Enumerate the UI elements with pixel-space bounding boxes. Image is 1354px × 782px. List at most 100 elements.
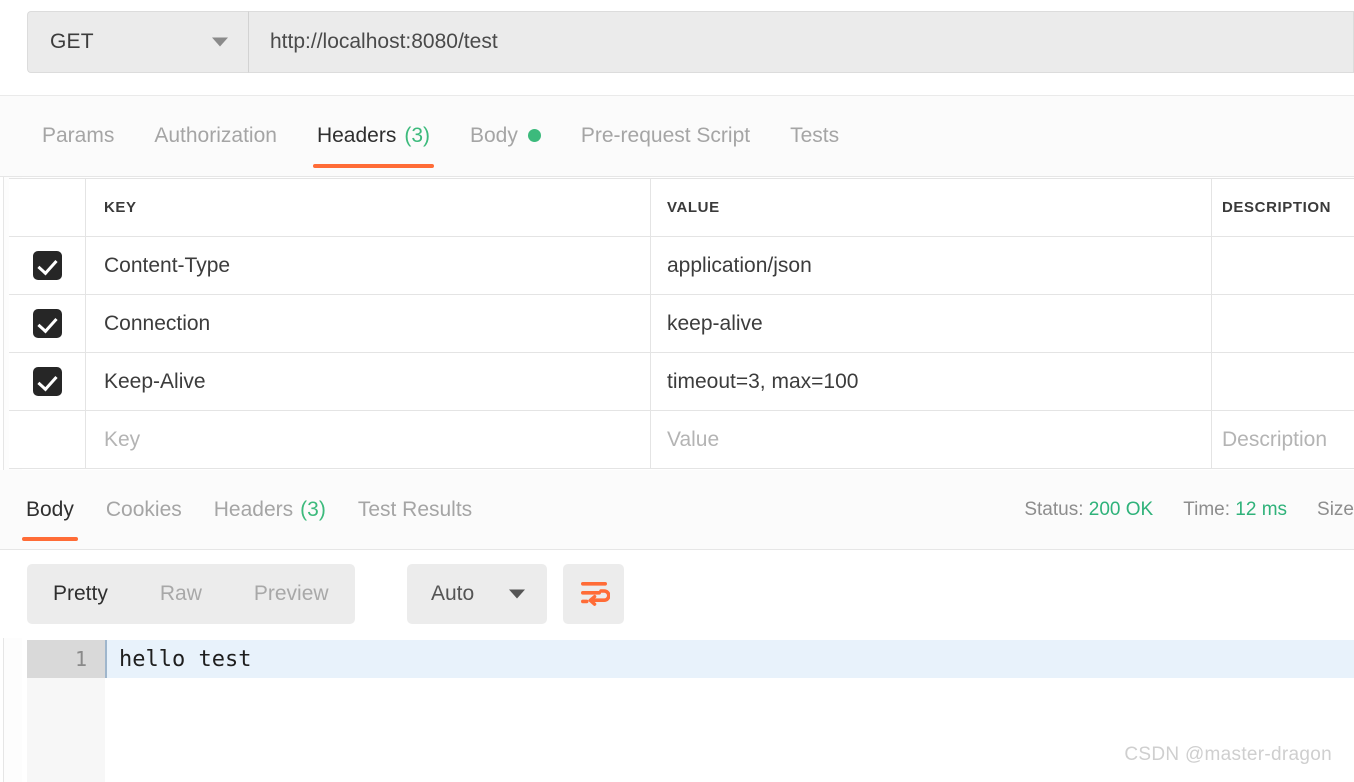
line-number: 1: [27, 640, 105, 678]
header-cell-value: VALUE: [651, 179, 1212, 236]
request-tab-bar: Params Authorization Headers (3) Body Pr…: [0, 96, 1354, 177]
response-tab-body[interactable]: Body: [10, 470, 90, 550]
editor-canvas[interactable]: [105, 678, 1354, 782]
code-line-active[interactable]: 1 hello test: [27, 640, 1354, 678]
row-checkbox-cell[interactable]: [9, 237, 86, 294]
size-badge: Size: [1317, 499, 1354, 521]
tab-pre-request-script-label: Pre-request Script: [580, 123, 751, 147]
row-checkbox-cell[interactable]: [9, 353, 86, 410]
header-cell-description: DESCRIPTION: [1222, 199, 1332, 216]
table-row[interactable]: Content-Type application/json: [9, 237, 1354, 295]
new-key-placeholder: Key: [104, 427, 141, 451]
response-body-toolbar: Pretty Raw Preview Auto: [0, 550, 1354, 638]
time-label: Time:: [1183, 499, 1230, 520]
row-key-value: Keep-Alive: [104, 369, 206, 393]
status-label: Status:: [1024, 499, 1084, 520]
tab-body[interactable]: Body: [450, 95, 561, 176]
tab-params-label: Params: [42, 123, 115, 147]
checkbox-checked-icon[interactable]: [32, 367, 62, 396]
editor-gutter: [27, 678, 105, 782]
row-value-cell[interactable]: timeout=3, max=100: [651, 353, 1212, 410]
table-row[interactable]: Keep-Alive timeout=3, max=100: [9, 353, 1354, 411]
response-tab-bar: Body Cookies Headers (3) Test Results St…: [0, 470, 1354, 550]
http-method-label: GET: [50, 30, 94, 53]
request-tabs: Params Authorization Headers (3) Body Pr…: [22, 95, 859, 176]
active-response-tab-underline: [22, 537, 78, 541]
row-description-cell[interactable]: [1212, 353, 1354, 410]
tab-authorization[interactable]: Authorization: [134, 95, 297, 176]
header-cell-checkbox: [9, 179, 86, 236]
view-mode-preview[interactable]: Preview: [228, 582, 355, 606]
view-mode-raw[interactable]: Raw: [134, 582, 228, 606]
response-meta: Status: 200 OK Time: 12 ms Size: [994, 470, 1354, 550]
row-key-cell[interactable]: Content-Type: [86, 237, 651, 294]
tab-body-label: Body: [470, 123, 518, 147]
word-wrap-button[interactable]: [563, 564, 624, 624]
new-value-placeholder: Value: [667, 427, 720, 451]
tab-params[interactable]: Params: [22, 95, 134, 176]
tab-authorization-label: Authorization: [154, 123, 277, 147]
http-method-select[interactable]: GET: [27, 11, 248, 73]
row-description-cell[interactable]: [1212, 295, 1354, 352]
row-key-value: Content-Type: [104, 253, 231, 277]
table-row-empty[interactable]: Key Value Description: [9, 411, 1354, 469]
row-key-value: Connection: [104, 311, 211, 335]
row-value-value: application/json: [667, 253, 812, 277]
response-tab-test-results[interactable]: Test Results: [342, 470, 488, 550]
format-select-value: Auto: [431, 582, 475, 605]
tab-pre-request-script[interactable]: Pre-request Script: [561, 95, 770, 176]
postman-window: GET http://localhost:8080/test Params Au…: [0, 0, 1354, 782]
response-tab-test-results-label: Test Results: [357, 498, 473, 521]
row-description-cell[interactable]: [1212, 237, 1354, 294]
view-mode-group: Pretty Raw Preview: [27, 564, 355, 624]
status-value: 200 OK: [1088, 499, 1154, 520]
tab-headers-count: (3): [404, 123, 430, 147]
new-key-input[interactable]: Key: [86, 411, 651, 468]
time-value: 12 ms: [1235, 499, 1288, 520]
editor-empty-area[interactable]: [27, 678, 1354, 782]
row-value-cell[interactable]: application/json: [651, 237, 1212, 294]
response-tab-body-label: Body: [26, 498, 74, 521]
tab-tests-label: Tests: [790, 123, 840, 147]
new-value-input[interactable]: Value: [651, 411, 1212, 468]
word-wrap-icon: [580, 582, 610, 606]
response-tab-headers[interactable]: Headers (3): [198, 470, 342, 550]
response-tab-cookies[interactable]: Cookies: [90, 470, 198, 550]
checkbox-checked-icon[interactable]: [32, 251, 62, 280]
row-value-value: keep-alive: [667, 311, 763, 335]
new-description-input[interactable]: Description: [1212, 411, 1354, 468]
status-badge: Status: 200 OK: [1024, 499, 1153, 521]
chevron-down-icon: [509, 589, 525, 599]
row-value-value: timeout=3, max=100: [667, 369, 859, 393]
request-url-bar: GET http://localhost:8080/test: [0, 0, 1354, 96]
table-header-row: KEY VALUE DESCRIPTION: [9, 179, 1354, 237]
row-key-cell[interactable]: Connection: [86, 295, 651, 352]
tab-tests[interactable]: Tests: [770, 95, 859, 176]
response-tab-headers-count: (3): [300, 498, 326, 521]
table-row[interactable]: Connection keep-alive: [9, 295, 1354, 353]
row-checkbox-cell-empty[interactable]: [9, 411, 86, 468]
view-mode-pretty[interactable]: Pretty: [27, 582, 134, 606]
header-cell-key: KEY: [86, 179, 651, 236]
response-tabs: Body Cookies Headers (3) Test Results: [10, 470, 488, 550]
row-checkbox-cell[interactable]: [9, 295, 86, 352]
url-input[interactable]: http://localhost:8080/test: [248, 11, 1354, 73]
tab-headers[interactable]: Headers (3): [297, 95, 450, 176]
url-input-value: http://localhost:8080/test: [270, 30, 498, 53]
checkbox-checked-icon[interactable]: [32, 309, 62, 338]
format-select[interactable]: Auto: [407, 564, 547, 624]
body-present-dot-icon: [527, 129, 541, 142]
watermark: CSDN @master-dragon: [1124, 744, 1332, 765]
code-line-text: hello test: [105, 640, 1354, 678]
chevron-down-icon: [212, 37, 228, 47]
time-badge: Time: 12 ms: [1183, 499, 1287, 521]
size-label: Size: [1317, 499, 1354, 520]
tab-headers-label: Headers: [316, 123, 397, 147]
new-description-placeholder: Description: [1222, 427, 1328, 451]
row-key-cell[interactable]: Keep-Alive: [86, 353, 651, 410]
active-tab-underline: [312, 164, 434, 168]
headers-table: KEY VALUE DESCRIPTION Content-Type appli…: [9, 178, 1354, 469]
response-tab-headers-label: Headers: [213, 498, 294, 521]
row-value-cell[interactable]: keep-alive: [651, 295, 1212, 352]
response-tab-cookies-label: Cookies: [105, 498, 182, 521]
